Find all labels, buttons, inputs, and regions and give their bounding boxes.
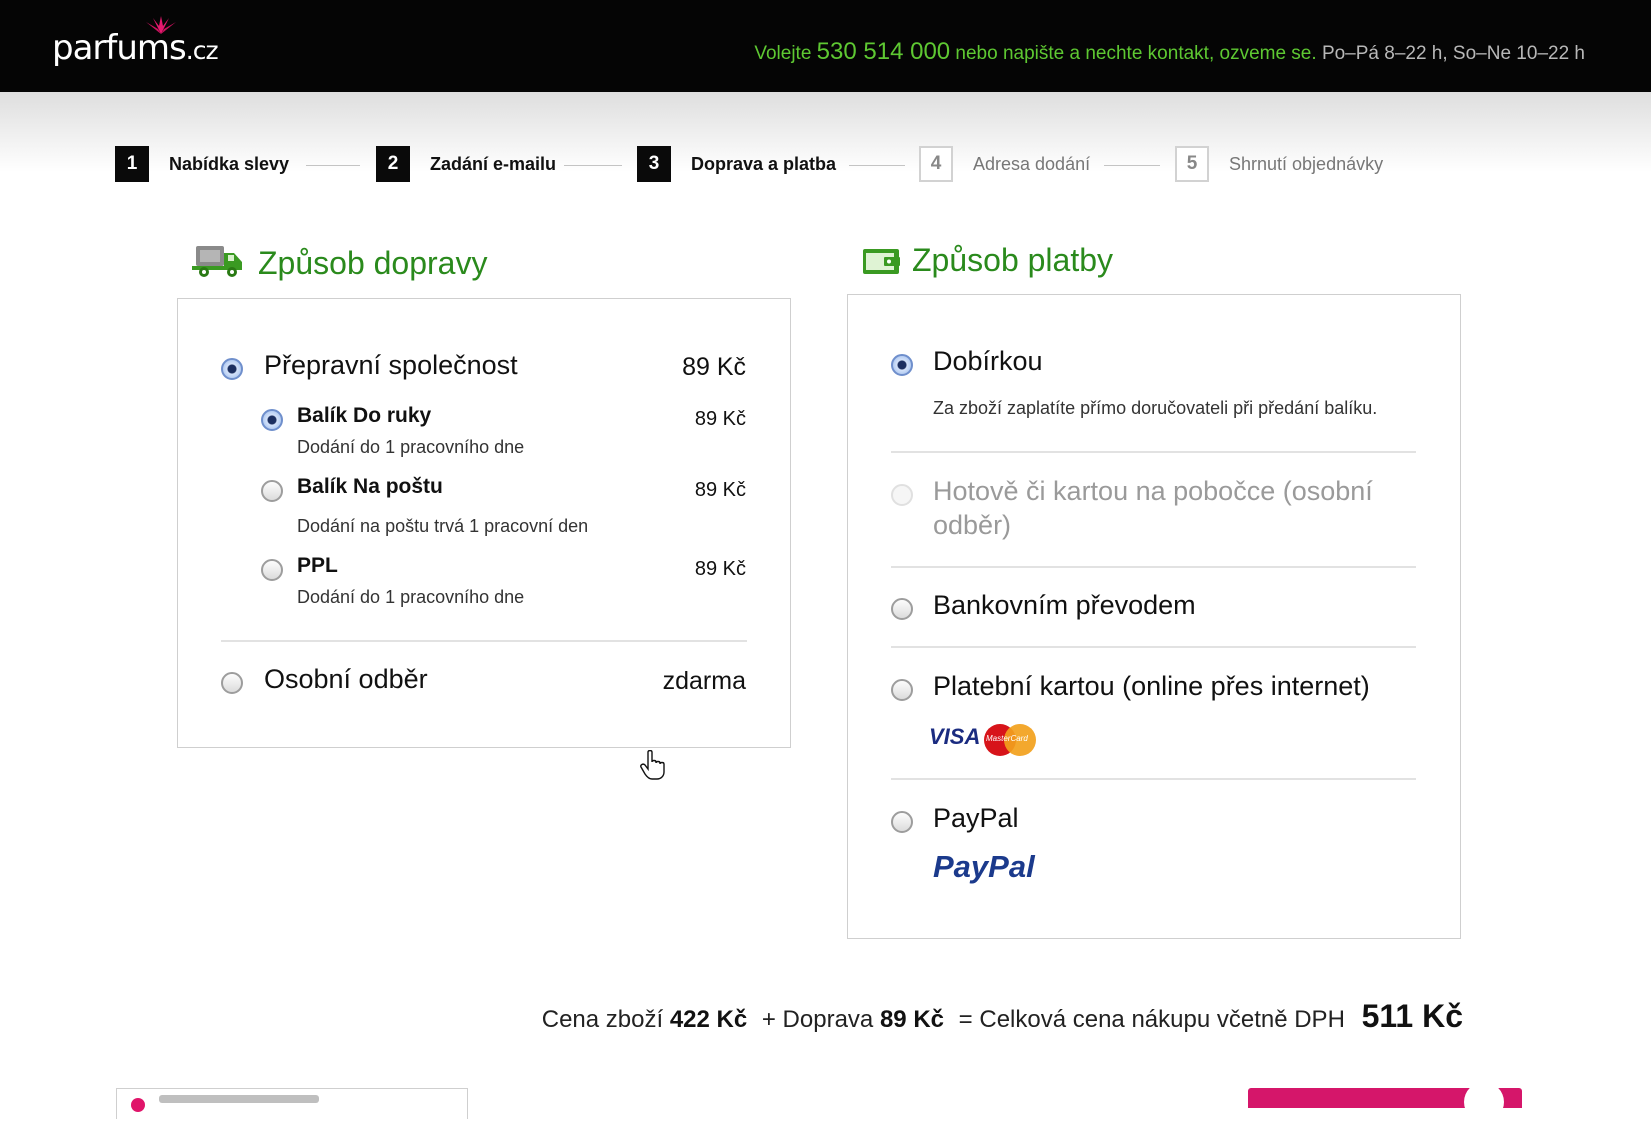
step-label: Shrnutí objednávky — [1229, 153, 1384, 174]
dobirka-label[interactable]: Dobírkou — [933, 346, 1043, 377]
back-link-box[interactable] — [116, 1088, 468, 1119]
divider — [891, 566, 1416, 568]
site-logo[interactable]: parfums.cz — [52, 16, 219, 68]
balik-do-ruky-radio[interactable] — [261, 409, 283, 431]
shipping-title: Způsob dopravy — [258, 245, 488, 281]
balik-na-postu-desc: Dodání na poštu trvá 1 pracovní den — [297, 516, 589, 536]
pickup-price: zdarma — [662, 667, 746, 695]
step-4: 4 Adresa dodání — [919, 146, 1090, 182]
dobirka-radio[interactable] — [891, 354, 913, 376]
ppl-price: 89 Kč — [694, 558, 746, 580]
step-number: 3 — [637, 146, 671, 182]
visa-logo: VISA — [929, 724, 981, 749]
balik-do-ruky-price: 89 Kč — [694, 408, 746, 430]
phone-number[interactable]: 530 514 000 — [817, 38, 950, 65]
branch-payment-radio[interactable] — [891, 484, 913, 506]
step-label: Adresa dodání — [973, 153, 1091, 174]
contact-prefix: Volejte — [754, 43, 812, 64]
step-connector — [564, 165, 622, 166]
bank-transfer-label[interactable]: Bankovním převodem — [933, 590, 1196, 621]
step-number: 4 — [919, 146, 953, 182]
opening-hours: Po–Pá 8–22 h, So–Ne 10–22 h — [1321, 43, 1585, 64]
paypal-logo: PayPal — [933, 849, 1035, 884]
divider — [891, 646, 1416, 648]
goods-price: 422 Kč — [669, 1006, 748, 1033]
dobirka-desc: Za zboží zaplatíte přímo doručovateli př… — [933, 398, 1378, 418]
balik-do-ruky-label[interactable]: Balík Do ruky — [297, 404, 431, 428]
payment-title: Způsob platby — [912, 242, 1114, 278]
back-link-text — [159, 1095, 319, 1103]
step-connector — [1104, 165, 1160, 166]
hand-cursor-icon — [640, 750, 665, 780]
branch-payment-label: Hotově či kartou na pobočce (osobní odbě… — [933, 476, 1373, 540]
flower-logo-icon — [146, 16, 176, 34]
site-header: parfums.cz Volejte 530 514 000 nebo napi… — [0, 0, 1651, 92]
carrier-price: 89 Kč — [682, 353, 746, 381]
divider — [891, 451, 1416, 453]
total-label: = Celková cena nákupu včetně DPH — [958, 1006, 1345, 1033]
total-price: 511 Kč — [1361, 998, 1463, 1034]
step-1[interactable]: 1 Nabídka slevy — [115, 146, 289, 182]
shipping-label: + Doprava — [761, 1006, 874, 1033]
step-number: 1 — [115, 146, 149, 182]
mastercard-logo: MasterCard — [984, 724, 1036, 756]
back-bullet-icon — [131, 1098, 145, 1112]
goods-label: Cena zboží — [541, 1006, 664, 1033]
divider — [891, 778, 1416, 780]
step-connector — [849, 165, 905, 166]
ppl-radio[interactable] — [261, 559, 283, 581]
logo-text: parfums — [52, 28, 187, 68]
balik-do-ruky-desc: Dodání do 1 pracovního dne — [297, 437, 525, 457]
step-label: Nabídka slevy — [169, 153, 290, 174]
step-label: Doprava a platba — [691, 153, 837, 174]
logo-tld: .cz — [185, 36, 219, 65]
pickup-label[interactable]: Osobní odběr — [264, 664, 428, 695]
step-label: Zadání e-mailu — [430, 153, 557, 174]
wallet-icon — [863, 249, 900, 274]
bank-transfer-radio[interactable] — [891, 598, 913, 620]
paypal-radio[interactable] — [891, 811, 913, 833]
step-2[interactable]: 2 Zadání e-mailu — [376, 146, 556, 182]
step-connector — [306, 165, 360, 166]
shipping-price: 89 Kč — [879, 1006, 944, 1033]
ppl-desc: Dodání do 1 pracovního dne — [297, 587, 525, 607]
carrier-radio[interactable] — [221, 358, 243, 380]
balik-na-postu-radio[interactable] — [261, 480, 283, 502]
contact-text[interactable]: nebo napište a nechte kontakt, ozveme se… — [955, 43, 1316, 64]
step-number: 5 — [1175, 146, 1209, 182]
carrier-label[interactable]: Přepravní společnost — [264, 350, 518, 381]
step-3[interactable]: 3 Doprava a platba — [637, 146, 836, 182]
ppl-label[interactable]: PPL — [297, 554, 338, 578]
mastercard-logo-text: MasterCard — [986, 734, 1028, 743]
step-5: 5 Shrnutí objednávky — [1175, 146, 1383, 182]
contact-info: Volejte 530 514 000 nebo napište a necht… — [754, 38, 1585, 66]
divider — [221, 640, 747, 642]
card-payment-label[interactable]: Platební kartou (online přes internet) — [933, 671, 1370, 702]
continue-button[interactable] — [1248, 1082, 1522, 1122]
order-summary: Cena zboží 422 Kč + Doprava 89 Kč = Celk… — [542, 998, 1463, 1035]
arrow-circle-icon — [1464, 1082, 1504, 1122]
balik-na-postu-price: 89 Kč — [694, 479, 746, 501]
truck-icon — [192, 246, 242, 277]
card-payment-radio[interactable] — [891, 679, 913, 701]
balik-na-postu-label[interactable]: Balík Na poštu — [297, 475, 443, 499]
step-number: 2 — [376, 146, 410, 182]
paypal-label[interactable]: PayPal — [933, 803, 1019, 834]
pickup-radio[interactable] — [221, 672, 243, 694]
